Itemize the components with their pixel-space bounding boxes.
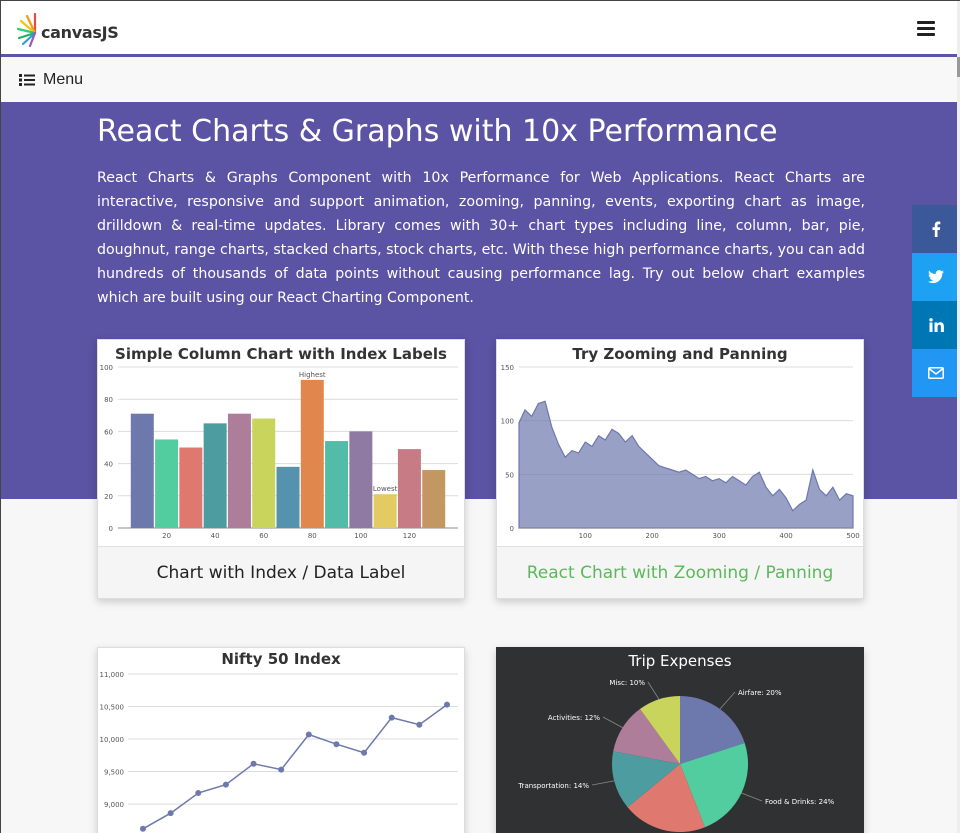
y-tick-label: 11,000 [100, 671, 125, 679]
y-tick-label: 40 [104, 461, 113, 469]
x-tick-label: 100 [354, 532, 367, 540]
line-point [444, 701, 450, 708]
y-tick-label: 100 [501, 418, 514, 426]
x-tick-label: 500 [846, 532, 859, 540]
menu-label: Menu [43, 71, 84, 88]
canvasjs-logo[interactable]: canvasJS [17, 11, 119, 47]
pie-label: Activities: 12% [548, 714, 600, 722]
x-tick-label: 200 [646, 532, 659, 540]
index-label: Lowest [373, 485, 398, 493]
email-icon [928, 367, 944, 379]
column-chart-caption[interactable]: Chart with Index / Data Label [98, 546, 464, 598]
pie-label: Food & Drinks: 24% [765, 798, 835, 806]
menu-button[interactable]: Menu [19, 71, 83, 89]
column-bar [227, 413, 251, 528]
linkedin-share-button[interactable] [912, 301, 960, 349]
chart-title: Trip Expenses [627, 652, 731, 670]
line-point [222, 781, 229, 788]
pie-label-connector [602, 716, 623, 728]
pie-label-connector [647, 681, 660, 700]
logo-burst-icon [17, 12, 37, 47]
y-tick-label: 150 [501, 364, 514, 372]
email-share-button[interactable] [912, 349, 960, 397]
column-bar [203, 423, 227, 528]
y-tick-label: 50 [505, 471, 514, 479]
line-point [278, 766, 285, 773]
y-tick-label: 9,500 [104, 769, 124, 777]
twitter-icon [928, 270, 944, 284]
line-point [250, 760, 257, 767]
list-icon [19, 74, 35, 86]
y-tick-label: 10,000 [100, 736, 125, 744]
y-tick-label: 20 [104, 493, 113, 501]
x-tick-label: 400 [779, 532, 792, 540]
linkedin-icon [928, 318, 944, 332]
line-point [140, 825, 146, 832]
column-bar [179, 447, 203, 528]
pie-label-connector [719, 691, 736, 710]
top-navbar: canvasJS [1, 1, 959, 57]
pie-label: Transportation: 14% [517, 782, 589, 790]
column-bar [349, 431, 373, 528]
x-tick-label: 120 [403, 532, 416, 540]
line-point [416, 721, 423, 728]
line-point [333, 741, 340, 748]
zoom-chart-card[interactable]: Try Zooming and Panning 0 50 100 150 100 200 30… [496, 339, 864, 599]
pie-label-connector [741, 792, 763, 802]
column-bar [130, 413, 154, 528]
column-chart-card[interactable]: Simple Column Chart with Index Labels 0 20… [97, 339, 465, 599]
nifty-chart-card[interactable]: Nifty 50 Index 9,000 9,500 10,000 10,500 11,0… [97, 647, 465, 833]
x-tick-label: 300 [712, 532, 725, 540]
column-bar [373, 494, 397, 528]
trip-expenses-card[interactable]: Trip Expenses Airfare: 20% Food & Drinks: … [496, 647, 864, 833]
pie-label-connector [591, 780, 615, 786]
x-tick-label: 40 [211, 532, 220, 540]
page-description: React Charts & Graphs Component with 10x… [97, 170, 865, 306]
trip-expenses-pie-chart[interactable]: Trip Expenses Airfare: 20% Food & Drinks: … [497, 648, 863, 833]
y-tick-label: 9,000 [104, 801, 124, 809]
chart-title: Simple Column Chart with Index Labels [115, 345, 447, 363]
page-title: React Charts & Graphs with 10x Performan… [97, 114, 778, 149]
x-tick-label: 20 [162, 532, 171, 540]
x-tick-label: 100 [579, 532, 592, 540]
y-tick-label: 10,500 [100, 704, 125, 712]
line-point [361, 749, 368, 756]
line-point [195, 790, 202, 797]
menu-bar: Menu [1, 60, 959, 102]
zoom-chart-caption[interactable]: React Chart with Zooming / Panning [497, 546, 863, 598]
y-tick-label: 0 [109, 525, 113, 533]
y-tick-label: 60 [104, 428, 113, 436]
facebook-icon [932, 221, 941, 237]
pie-label: Misc: 10% [609, 679, 645, 687]
line-point [167, 810, 174, 817]
column-bar [155, 439, 179, 528]
y-tick-label: 0 [510, 525, 514, 533]
column-bar [300, 379, 324, 528]
chart-title: Nifty 50 Index [221, 650, 341, 668]
nifty-line-chart[interactable]: Nifty 50 Index 9,000 9,500 10,000 10,500 11,0… [98, 648, 464, 833]
y-tick-label: 100 [100, 364, 113, 372]
column-chart[interactable]: Simple Column Chart with Index Labels 0 20… [98, 340, 464, 546]
column-bar [252, 418, 276, 528]
page: canvasJS Menu React Charts & Graphs with… [0, 0, 960, 833]
hamburger-menu-icon[interactable] [917, 21, 935, 36]
x-tick-label: 80 [308, 532, 317, 540]
chart-title: Try Zooming and Panning [572, 345, 787, 363]
y-tick-label: 80 [104, 396, 113, 404]
index-label: Highest [299, 371, 326, 379]
x-tick-label: 60 [259, 532, 268, 540]
line-point [305, 731, 312, 738]
line-point [388, 714, 395, 721]
twitter-share-button[interactable] [912, 253, 960, 301]
column-bar [422, 470, 446, 528]
column-bar [276, 466, 300, 528]
column-bar [397, 449, 421, 528]
line-series [142, 703, 448, 830]
logo-text: canvasJS [41, 22, 119, 42]
column-bar [325, 441, 349, 528]
pie-label: Airfare: 20% [738, 689, 782, 697]
facebook-share-button[interactable] [912, 205, 960, 253]
zoom-area-chart[interactable]: Try Zooming and Panning 0 50 100 150 100 200 30… [497, 340, 863, 546]
